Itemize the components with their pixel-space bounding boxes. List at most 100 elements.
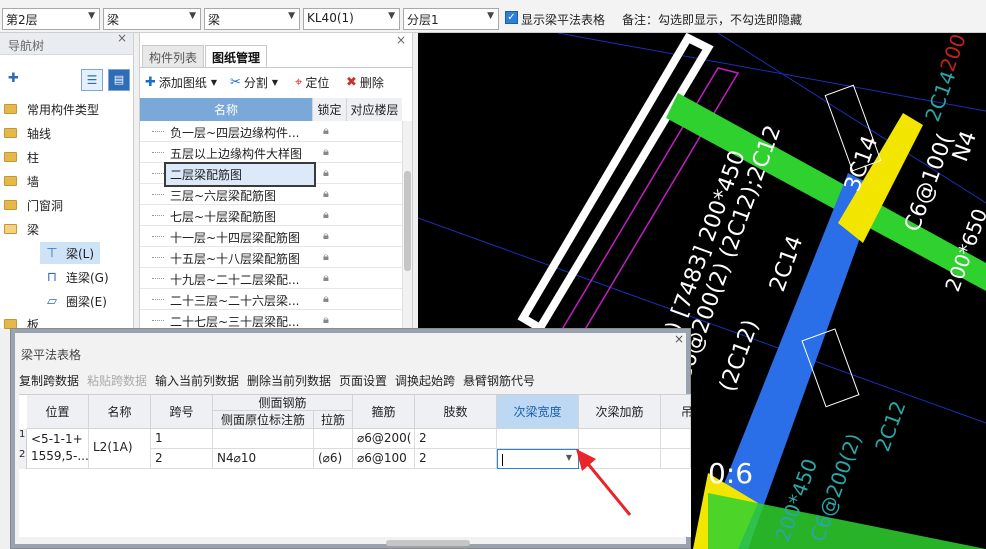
nav-item-beam[interactable]: 梁 (4, 219, 39, 239)
cell-hanger[interactable] (661, 429, 691, 449)
column-header-floor[interactable]: 对应楼层 (346, 98, 402, 121)
header-stirrup[interactable]: 箍筋 (353, 395, 415, 429)
header-secondary-width[interactable]: 次梁宽度 (497, 395, 579, 429)
drawing-row[interactable]: 五层以上边缘构件大样图 🔒︎ (140, 142, 402, 163)
cell-position[interactable]: <5-1-1+ 1559,5-... (27, 429, 89, 469)
dialog-action-button[interactable]: 粘贴跨数据 (87, 372, 147, 389)
nav-item-column[interactable]: 柱 (4, 147, 39, 167)
nav-sub-coupling-beam[interactable]: ⊓ 连梁(G) (40, 266, 115, 288)
tab-drawing-manage[interactable]: 图纸管理 (205, 45, 268, 67)
horizontal-scrollbar-thumb[interactable] (386, 540, 470, 546)
cell-span[interactable]: 2 (151, 449, 213, 469)
header-span[interactable]: 跨号 (151, 395, 213, 429)
cell-hanger[interactable] (661, 449, 691, 469)
nav-sub-beam[interactable]: ⊤ 梁(L) (40, 242, 101, 264)
nav-sub-ring-beam[interactable]: ▱ 圈梁(E) (40, 290, 113, 312)
row-number[interactable]: 1 (19, 429, 27, 449)
delete-button[interactable]: ✖ 删除 (346, 72, 384, 92)
chevron-down-icon: ▼ (487, 11, 494, 21)
cell-side[interactable] (213, 429, 314, 449)
lock-icon[interactable]: 🔒︎ (323, 145, 329, 159)
lock-icon[interactable]: 🔒︎ (323, 250, 329, 264)
list-view-icon[interactable]: ☰ (81, 69, 103, 91)
nav-item-label: 梁 (27, 222, 40, 237)
element-select[interactable]: KL40(1) ▼ (303, 8, 400, 30)
dialog-action-button[interactable]: 复制跨数据 (19, 372, 79, 389)
header-side-mark[interactable]: 侧面原位标注筋 (213, 411, 314, 429)
nav-item-label: 轴线 (27, 126, 52, 141)
floor-select[interactable]: 第2层 ▼ (2, 8, 100, 30)
lock-icon[interactable]: 🔒︎ (323, 229, 329, 243)
header-secondary-bar[interactable]: 次梁加筋 (579, 395, 661, 429)
drawing-row[interactable]: 十九层~二十二层梁配... 🔒︎ (140, 268, 402, 289)
drawing-row[interactable]: 二层梁配筋图 🔒︎ (140, 162, 402, 187)
nav-item-door-window[interactable]: 门窗洞 (4, 195, 63, 215)
table-view-icon[interactable]: ▤ (108, 69, 130, 91)
drawing-row[interactable]: 七层~十层梁配筋图 🔒︎ (140, 205, 402, 226)
close-icon[interactable]: × (117, 31, 127, 45)
header-name[interactable]: 名称 (89, 395, 151, 429)
header-legs[interactable]: 肢数 (415, 395, 497, 429)
dialog-action-button[interactable]: 悬臂钢筋代号 (463, 372, 535, 389)
cell-tie[interactable]: (⌀6) (314, 449, 353, 469)
category-select[interactable]: 梁 ▼ (103, 8, 201, 30)
scrollbar[interactable] (402, 121, 412, 328)
dialog-action-button[interactable]: 页面设置 (339, 372, 387, 389)
type-select[interactable]: 梁 ▼ (204, 8, 300, 30)
cell-stirrup[interactable]: ⌀6@100 (353, 449, 415, 469)
cell-position-line1: <5-1-1+ (31, 432, 83, 446)
layer-select[interactable]: 分层1 ▼ (403, 8, 499, 30)
secondary-width-combo[interactable]: ▼ (497, 449, 579, 469)
add-drawing-button[interactable]: ✚ 添加图纸 ▼ (145, 72, 217, 92)
cell-legs[interactable]: 2 (415, 429, 497, 449)
lock-icon[interactable]: 🔒︎ (323, 208, 329, 222)
ring-beam-icon: ▱ (47, 293, 57, 309)
locate-button[interactable]: ⌖ 定位 (295, 72, 329, 92)
lock-icon[interactable]: 🔒︎ (323, 187, 329, 201)
cell-legs[interactable]: 2 (415, 449, 497, 469)
close-icon[interactable]: × (674, 332, 684, 346)
dialog-action-button[interactable]: 输入当前列数据 (155, 372, 239, 389)
drawing-row[interactable]: 十五层~十八层梁配筋图 🔒︎ (140, 247, 402, 268)
column-header-name[interactable]: 名称 (140, 98, 312, 121)
header-position[interactable]: 位置 (27, 395, 89, 429)
lock-icon[interactable]: 🔒︎ (323, 292, 329, 306)
close-icon[interactable]: × (396, 33, 406, 47)
dialog-title: 梁平法表格 (21, 348, 82, 362)
cad-label-n4: N4 (948, 128, 982, 165)
cell-name[interactable]: L2(1A) (89, 429, 151, 469)
drawing-row[interactable]: 三层~六层梁配筋图 🔒︎ (140, 184, 402, 205)
lock-icon[interactable]: 🔒︎ (323, 313, 329, 327)
show-table-checkbox[interactable]: ✓ (505, 11, 518, 24)
cell-side[interactable]: N4⌀10 (213, 449, 314, 469)
cell-stirrup[interactable]: ⌀6@200( (353, 429, 415, 449)
cell-secondary-width[interactable] (497, 429, 579, 449)
scrollbar-thumb[interactable] (404, 171, 411, 271)
lock-icon[interactable]: 🔒︎ (323, 124, 329, 138)
type-select-value: 梁 (208, 13, 221, 27)
nav-item-axis[interactable]: 轴线 (4, 123, 51, 143)
add-icon[interactable]: ✚ (8, 71, 19, 86)
tab-component-list[interactable]: 构件列表 (142, 45, 205, 67)
row-number[interactable]: 2 (19, 449, 27, 469)
cell-span[interactable]: 1 (151, 429, 213, 449)
tree-connector (152, 257, 164, 258)
cad-label-red-200: 200*450 (935, 33, 986, 75)
drawing-row[interactable]: 二十三层~二十六层梁... 🔒︎ (140, 289, 402, 310)
header-tie[interactable]: 拉筋 (314, 411, 353, 429)
drawing-row[interactable]: 十一层~十四层梁配筋图 🔒︎ (140, 226, 402, 247)
header-hanger[interactable]: 吊 (661, 395, 693, 429)
lock-icon[interactable]: 🔒︎ (323, 271, 329, 285)
nav-item-wall[interactable]: 墙 (4, 171, 39, 191)
dialog-action-button[interactable]: 删除当前列数据 (247, 372, 331, 389)
cell-tie[interactable] (314, 429, 353, 449)
nav-item-common[interactable]: 常用构件类型 (4, 99, 99, 119)
annotation-arrow-icon (576, 449, 632, 516)
lock-icon[interactable]: 🔒︎ (323, 166, 329, 180)
drawing-row[interactable]: 负一层~四层边缘构件... 🔒︎ (140, 121, 402, 142)
split-button[interactable]: ✂ 分割 ▼ (230, 72, 278, 92)
column-header-lock[interactable]: 锁定 (312, 98, 346, 121)
dialog-action-button[interactable]: 调换起始跨 (395, 372, 455, 389)
add-drawing-label: 添加图纸 (158, 75, 207, 90)
nav-panel-header: 导航树 × (0, 31, 133, 55)
